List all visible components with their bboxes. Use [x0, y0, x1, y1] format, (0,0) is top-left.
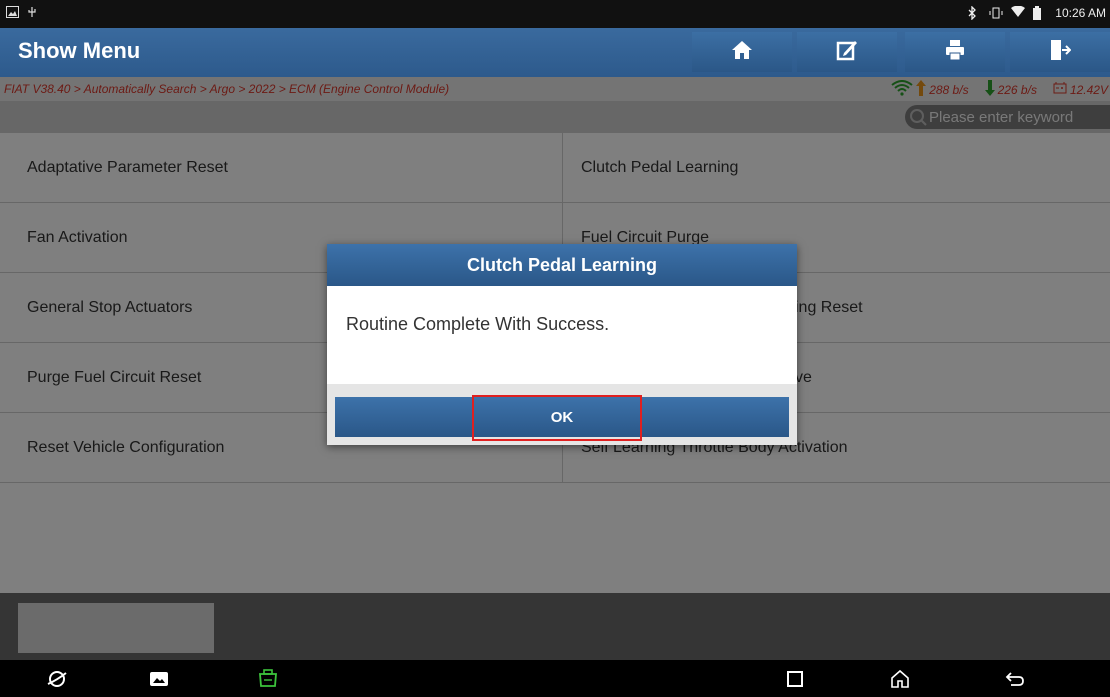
browser-icon[interactable]: [46, 668, 68, 690]
vci-icon[interactable]: [257, 668, 279, 690]
recent-apps-icon[interactable]: [784, 668, 806, 690]
status-bar: 10:26 AM: [0, 0, 1110, 28]
wifi-icon: [1011, 5, 1026, 20]
back-nav-icon[interactable]: [1004, 668, 1026, 690]
usb-debug-icon: [26, 6, 40, 20]
dialog-message: Routine Complete With Success.: [346, 314, 610, 334]
home-nav-icon[interactable]: [889, 668, 911, 690]
gallery-icon[interactable]: [148, 668, 170, 690]
clock: 10:26 AM: [1055, 6, 1106, 20]
bluetooth-icon: [967, 5, 981, 21]
header-dim: [0, 28, 1110, 77]
battery-icon: [1033, 6, 1047, 20]
vibrate-icon: [989, 6, 1003, 20]
ok-highlight-box: [472, 395, 642, 441]
system-nav-bar: [0, 660, 1110, 697]
dialog-footer: OK: [327, 384, 797, 445]
dialog-title: Clutch Pedal Learning: [327, 244, 797, 286]
result-dialog: Clutch Pedal Learning Routine Complete W…: [327, 244, 797, 445]
image-notification-icon: [6, 6, 20, 20]
